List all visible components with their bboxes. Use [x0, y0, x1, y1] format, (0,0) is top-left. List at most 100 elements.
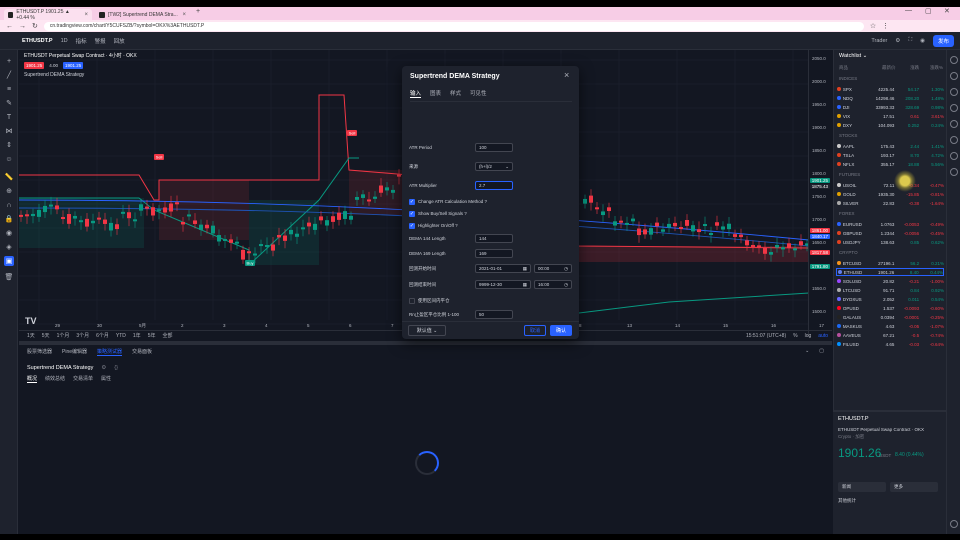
tab-pine-editor[interactable]: Pine编辑器 [62, 348, 87, 356]
watchlist-row[interactable]: EURUSD 1.0763 -0.0053 -0.49% [836, 220, 944, 228]
watchlist-row[interactable]: NDQ 14298.46 208.20 1.48% [836, 94, 944, 102]
subtab-performance[interactable]: 绩效总结 [45, 375, 65, 383]
camera-icon[interactable]: ◉ [920, 38, 925, 44]
ratio-input[interactable]: 50 [475, 310, 513, 319]
atr-multiplier-input[interactable]: 2.7 [475, 181, 513, 190]
minimize-icon[interactable]: — [905, 7, 912, 14]
emoji-icon[interactable]: ☺ [4, 154, 14, 164]
source-code-icon[interactable]: {} [114, 365, 118, 371]
favorites-icon[interactable]: ▣ [4, 256, 14, 266]
forward-icon[interactable]: → [19, 23, 26, 30]
watchlist-row[interactable]: DXY 104.093 0.252 0.24% [836, 121, 944, 129]
auto-toggle[interactable]: auto [818, 333, 832, 339]
hotlist-icon[interactable] [950, 104, 958, 112]
dema169-input[interactable]: 169 [475, 249, 513, 258]
replay-button[interactable]: 回放 [114, 37, 125, 45]
tab-strategy-tester[interactable]: 策略测试器 [97, 348, 123, 356]
watchlist-row[interactable]: MASKUS 4.63 -0.05 -1.07% [836, 322, 944, 330]
watchlist-section[interactable]: CRYPTO [839, 250, 858, 255]
crosshair-icon[interactable]: + [4, 56, 14, 66]
news-button[interactable]: 新闻 [838, 482, 886, 492]
maximize-panel-icon[interactable]: ▢ [819, 348, 824, 356]
pattern-icon[interactable]: ⋈ [4, 126, 14, 136]
watchlist-section[interactable]: FOREX [839, 211, 855, 216]
log-toggle[interactable]: log [805, 333, 812, 339]
highlighter-checkbox[interactable]: ✓ [409, 223, 415, 229]
notification-icon[interactable] [950, 168, 958, 176]
menu-icon[interactable]: ⋮ [882, 22, 889, 30]
watchlist-row[interactable]: VIX 17.51 0.61 3.61% [836, 112, 944, 120]
price-axis[interactable]: 2050.0 2000.0 1950.0 1900.0 1850.0 1800.0 1750… [808, 50, 832, 337]
range-3m[interactable]: 3个月 [76, 332, 89, 339]
window-close-icon[interactable]: ✕ [944, 7, 950, 15]
range-1d[interactable]: 1天 [27, 332, 35, 339]
calendar-icon[interactable] [950, 120, 958, 128]
range-all[interactable]: 全部 [162, 332, 172, 339]
watchlist-section[interactable]: INDICES [839, 76, 857, 81]
new-tab-icon[interactable]: + [196, 8, 200, 15]
watchlist-title[interactable]: Watchlist ⌄ [839, 53, 867, 59]
help-icon[interactable] [950, 520, 958, 528]
ruler-icon[interactable]: 📏 [4, 172, 14, 182]
trash-icon[interactable]: 🗑 [4, 272, 14, 282]
watchlist-row[interactable]: USOIL72.11-0.34-0.47% [836, 181, 944, 189]
ideas-icon[interactable] [950, 136, 958, 144]
range-ytd[interactable]: YTD [116, 333, 126, 339]
back-icon[interactable]: ← [6, 23, 13, 30]
tab-chart[interactable]: 图表 [430, 89, 441, 98]
signals-checkbox[interactable]: ✓ [409, 211, 415, 217]
collapse-icon[interactable]: ⌄ [805, 348, 809, 356]
reload-icon[interactable]: ↻ [32, 22, 38, 30]
close-icon[interactable]: × [84, 12, 88, 18]
subtab-properties[interactable]: 属性 [101, 375, 111, 383]
more-button[interactable]: 更多 [890, 482, 938, 492]
alarm-icon[interactable] [950, 72, 958, 80]
watchlist-row[interactable]: SPX 4225.44 54.17 1.30% [836, 85, 944, 93]
watchlist-row[interactable]: AAPL 175.43 2.44 1.41% [836, 142, 944, 150]
watchlist-row[interactable]: DJI 33993.33 328.69 0.98% [836, 103, 944, 111]
close-icon[interactable]: × [564, 70, 569, 80]
watchlist-row[interactable]: USDJPY 138.63 0.85 0.62% [836, 238, 944, 246]
watchlist-row[interactable]: ETHUSD 1901.26 8.40 0.44% [836, 268, 944, 276]
close-icon[interactable]: × [182, 12, 186, 18]
tab-inputs[interactable]: 输入 [410, 89, 422, 98]
watchlist-section[interactable]: STOCKS [839, 133, 857, 138]
browser-tab-strategy[interactable]: [TW2] Supertrend DEMA Stra... × [95, 9, 190, 20]
study-legend[interactable]: Supertrend DEMA Strategy [24, 72, 137, 78]
trendline-icon[interactable]: ╱ [4, 70, 14, 80]
end-date-input[interactable]: 9999-12-30 ▦ [475, 280, 531, 289]
lock-icon[interactable]: 🔒 [4, 214, 14, 224]
brush-icon[interactable]: ✎ [4, 98, 14, 108]
url-field[interactable]: cn.tradingview.com/chart/Y5CUFSZB/?symbo… [43, 21, 864, 31]
tab-style[interactable]: 样式 [450, 89, 461, 98]
buy-price-box[interactable]: 1901.25 [63, 62, 84, 69]
tab-visibility[interactable]: 可见性 [470, 89, 487, 98]
subtab-trades[interactable]: 交易清单 [73, 375, 93, 383]
data-window-icon[interactable] [950, 88, 958, 96]
percent-toggle[interactable]: % [793, 333, 797, 339]
watchlist-row[interactable]: GALAUS 0.0394 -0.0001 -0.25% [836, 313, 944, 321]
watchlist-row[interactable]: TSLA 193.17 8.70 4.72% [836, 151, 944, 159]
browser-tab-eth[interactable]: ETHUSDT.P 1901.25 ▲ +0.44 % × [4, 9, 92, 21]
dema144-input[interactable]: 144 [475, 234, 513, 243]
symbol-search[interactable]: ETHUSDT.P [22, 38, 53, 44]
watchlist-row[interactable]: NFLX 355.17 18.88 5.56% [836, 160, 944, 168]
fullscreen-icon[interactable]: ⛶ [908, 37, 912, 44]
watchlist-row[interactable]: SILVER 22.83 -0.38 -1.64% [836, 199, 944, 207]
range-1y[interactable]: 1年 [133, 332, 141, 339]
range-6m[interactable]: 6个月 [96, 332, 109, 339]
subtab-overview[interactable]: 概况 [27, 375, 38, 383]
sell-price-box[interactable]: 1901.25 [24, 62, 45, 69]
watchlist-section[interactable]: FUTURES [839, 172, 860, 177]
watchlist-row[interactable]: GBPUSD 1.2344 -0.0056 -0.45% [836, 229, 944, 237]
more-stats[interactable]: 其他统计 [838, 498, 856, 504]
fib-icon[interactable]: ≡ [4, 84, 14, 94]
start-time-input[interactable]: 00:00 ◷ [534, 264, 572, 273]
watchlist-row[interactable]: LTCUSD 91.71 0.84 0.92% [836, 286, 944, 294]
source-select[interactable]: (h+l)/2 ⌄ [475, 162, 513, 171]
detail-symbol[interactable]: ETHUSDT.P [838, 416, 869, 422]
settings-gear-icon[interactable]: ⚙ [895, 38, 900, 44]
maximize-icon[interactable]: ▢ [925, 7, 932, 15]
magnet-icon[interactable]: ∩ [4, 200, 14, 210]
interval-selector[interactable]: 1D [61, 38, 68, 44]
